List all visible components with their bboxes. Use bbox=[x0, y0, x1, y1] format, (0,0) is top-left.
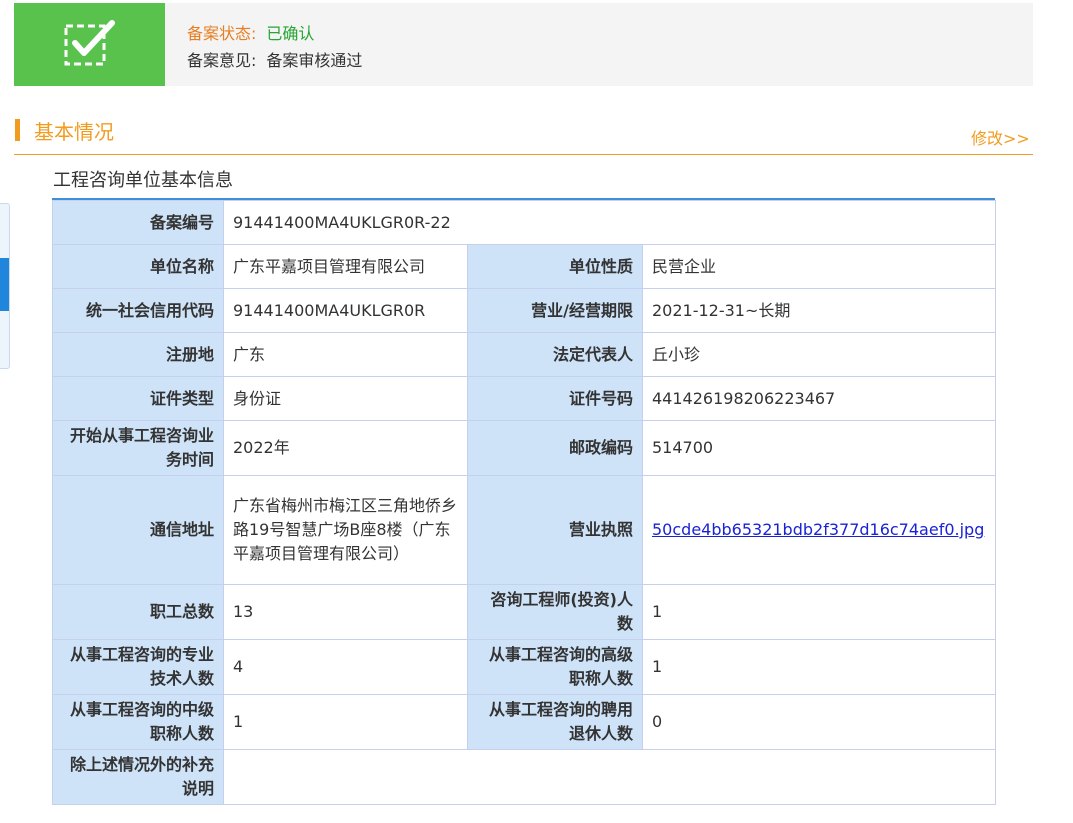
postal-code-value: 514700 bbox=[641, 420, 997, 476]
section-divider bbox=[14, 154, 1033, 155]
supplement-value bbox=[222, 749, 997, 805]
senior-title-staff-label: 从事工程咨询的高级职称人数 bbox=[467, 639, 643, 695]
opinion-row: 备案意见: 备案审核通过 bbox=[187, 47, 362, 71]
table-row: 职工总数 13 咨询工程师(投资)人数 1 bbox=[52, 584, 997, 640]
status-panel: 备案状态: 已确认 备案意见: 备案审核通过 bbox=[14, 3, 1033, 86]
consult-engineers-value: 1 bbox=[641, 584, 997, 640]
subsection-title: 工程咨询单位基本信息 bbox=[53, 170, 233, 191]
mid-title-staff-value: 1 bbox=[223, 694, 468, 750]
credit-code-value: 91441400MA4UKLGR0R bbox=[223, 288, 468, 333]
business-term-value: 2021-12-31~长期 bbox=[641, 288, 997, 333]
retired-staff-value: 0 bbox=[641, 694, 997, 750]
table-row: 注册地 广东 法定代表人 丘小珍 bbox=[52, 332, 997, 377]
id-type-value: 身份证 bbox=[223, 376, 468, 421]
table-row: 统一社会信用代码 91441400MA4UKLGR0R 营业/经营期限 2021… bbox=[52, 288, 997, 333]
status-row: 备案状态: 已确认 bbox=[187, 20, 314, 44]
table-row: 从事工程咨询的专业技术人数 4 从事工程咨询的高级职称人数 1 bbox=[52, 639, 997, 695]
consult-engineers-label: 咨询工程师(投资)人数 bbox=[467, 584, 643, 640]
id-type-label: 证件类型 bbox=[52, 376, 224, 421]
legal-rep-label: 法定代表人 bbox=[467, 332, 643, 377]
status-value: 已确认 bbox=[266, 24, 315, 43]
section-title-bar bbox=[15, 119, 20, 141]
address-value: 广东省梅州市梅江区三角地侨乡路19号智慧广场B座8楼（广东平嘉项目管理有限公司） bbox=[223, 475, 468, 585]
id-number-label: 证件号码 bbox=[467, 376, 643, 421]
business-term-label: 营业/经营期限 bbox=[467, 288, 643, 333]
prof-tech-staff-label: 从事工程咨询的专业技术人数 bbox=[52, 639, 224, 695]
table-row: 从事工程咨询的中级职称人数 1 从事工程咨询的聘用退休人数 0 bbox=[52, 694, 997, 750]
mid-title-staff-label: 从事工程咨询的中级职称人数 bbox=[52, 694, 224, 750]
table-row: 备案编号 91441400MA4UKLGR0R-22 bbox=[52, 200, 997, 245]
status-label: 备案状态: bbox=[187, 24, 257, 43]
start-time-value: 2022年 bbox=[223, 420, 468, 476]
checkbox-check-icon bbox=[64, 20, 115, 66]
table-row: 证件类型 身份证 证件号码 441426198206223467 bbox=[52, 376, 997, 421]
retired-staff-label: 从事工程咨询的聘用退休人数 bbox=[467, 694, 643, 750]
opinion-label: 备案意见: bbox=[187, 51, 257, 70]
unit-nature-value: 民营企业 bbox=[641, 244, 997, 289]
side-tab-accent bbox=[0, 258, 9, 311]
filing-no-value: 91441400MA4UKLGR0R-22 bbox=[222, 200, 997, 245]
legal-rep-value: 丘小珍 bbox=[641, 332, 997, 377]
table-row: 通信地址 广东省梅州市梅江区三角地侨乡路19号智慧广场B座8楼（广东平嘉项目管理… bbox=[52, 475, 997, 585]
table-row: 开始从事工程咨询业务时间 2022年 邮政编码 514700 bbox=[52, 420, 997, 476]
unit-name-label: 单位名称 bbox=[52, 244, 224, 289]
info-table: 备案编号 91441400MA4UKLGR0R-22 单位名称 广东平嘉项目管理… bbox=[52, 200, 997, 805]
license-cell: 50cde4bb65321bdb2f377d16c74aef0.jpg bbox=[641, 475, 997, 585]
registered-place-label: 注册地 bbox=[52, 332, 224, 377]
credit-code-label: 统一社会信用代码 bbox=[52, 288, 224, 333]
license-label: 营业执照 bbox=[467, 475, 643, 585]
edit-link[interactable]: 修改>> bbox=[971, 125, 1030, 149]
table-row: 单位名称 广东平嘉项目管理有限公司 单位性质 民营企业 bbox=[52, 244, 997, 289]
section-title: 基本情况 bbox=[34, 120, 114, 144]
table-row: 除上述情况外的补充说明 bbox=[52, 749, 997, 805]
unit-nature-label: 单位性质 bbox=[467, 244, 643, 289]
filing-no-label: 备案编号 bbox=[52, 200, 224, 245]
supplement-label: 除上述情况外的补充说明 bbox=[52, 749, 224, 805]
license-file-link[interactable]: 50cde4bb65321bdb2f377d16c74aef0.jpg bbox=[652, 520, 984, 539]
total-staff-value: 13 bbox=[223, 584, 468, 640]
start-time-label: 开始从事工程咨询业务时间 bbox=[52, 420, 224, 476]
total-staff-label: 职工总数 bbox=[52, 584, 224, 640]
opinion-value: 备案审核通过 bbox=[266, 51, 363, 70]
prof-tech-staff-value: 4 bbox=[223, 639, 468, 695]
id-number-value: 441426198206223467 bbox=[641, 376, 997, 421]
address-label: 通信地址 bbox=[52, 475, 224, 585]
unit-name-value: 广东平嘉项目管理有限公司 bbox=[223, 244, 468, 289]
senior-title-staff-value: 1 bbox=[641, 639, 997, 695]
postal-code-label: 邮政编码 bbox=[467, 420, 643, 476]
registered-place-value: 广东 bbox=[223, 332, 468, 377]
status-icon-box bbox=[14, 3, 165, 86]
